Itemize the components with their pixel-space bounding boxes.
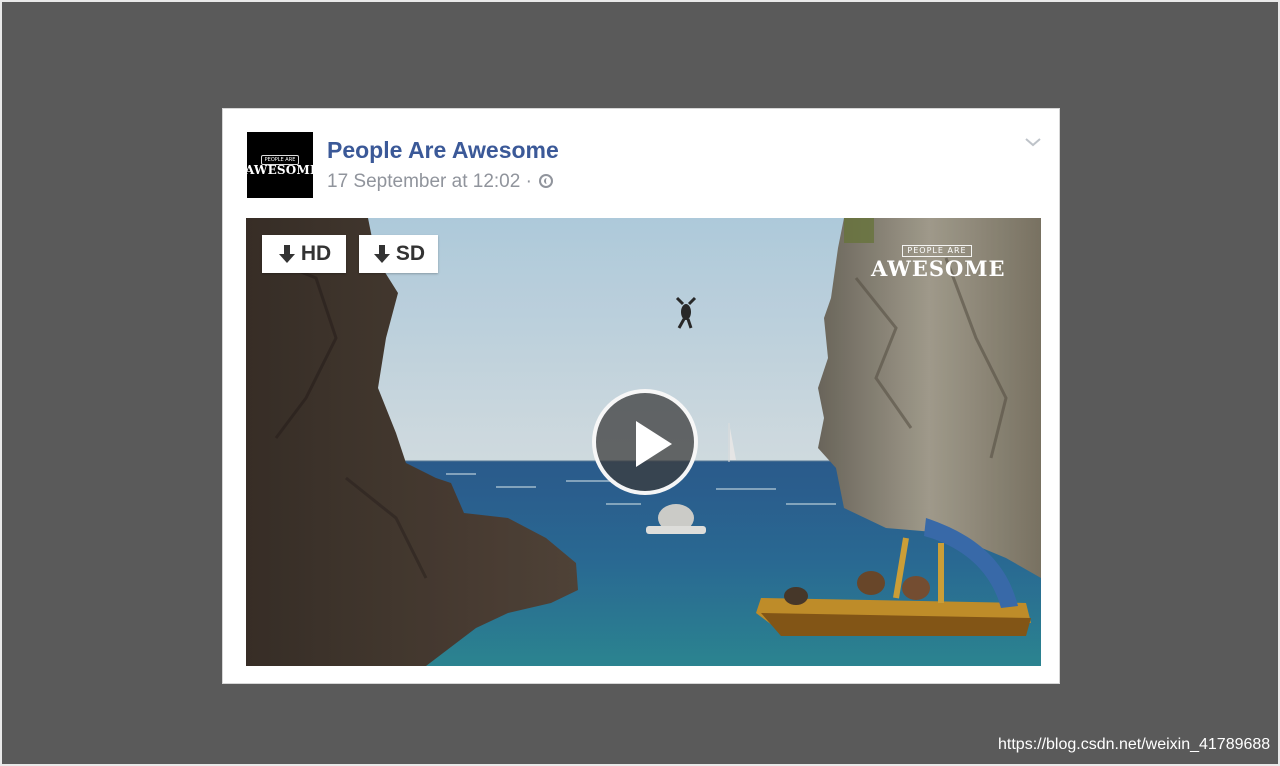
- page-avatar[interactable]: PEOPLE ARE AWESOME: [247, 132, 313, 198]
- page-name-link[interactable]: People Are Awesome: [327, 137, 559, 164]
- video-watermark-logo: PEOPLE ARE AWESOME: [871, 240, 1006, 281]
- globe-icon[interactable]: [539, 174, 554, 188]
- download-arrow-icon: [278, 245, 295, 263]
- download-hd-label: HD: [300, 242, 332, 265]
- source-url-watermark: https://blog.csdn.net/weixin_41789688: [998, 736, 1271, 753]
- download-hd-button[interactable]: HD: [262, 235, 346, 273]
- watermark-big-text: AWESOME: [871, 256, 1006, 281]
- download-sd-button[interactable]: SD: [359, 235, 438, 273]
- download-arrow-icon: [373, 245, 390, 263]
- post-timestamp[interactable]: 17 September at 12:02: [327, 171, 520, 192]
- play-icon: [636, 421, 672, 467]
- download-sd-label: SD: [395, 242, 426, 265]
- video-player[interactable]: HD SD PEOPLE ARE AWESOME: [246, 218, 1041, 666]
- meta-separator: ·: [525, 171, 532, 192]
- avatar-big-text: AWESOME: [247, 163, 313, 177]
- play-button[interactable]: [592, 389, 698, 495]
- facebook-post-card: PEOPLE ARE AWESOME People Are Awesome 17…: [222, 108, 1060, 684]
- chevron-down-icon[interactable]: [1023, 135, 1043, 149]
- post-meta: 17 September at 12:02 ·: [327, 171, 554, 193]
